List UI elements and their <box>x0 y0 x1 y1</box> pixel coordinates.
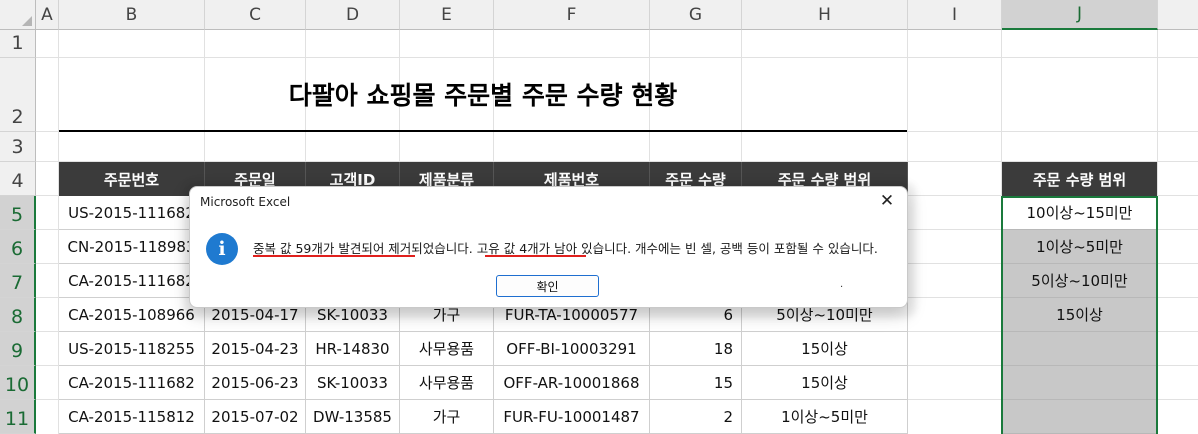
row-header-6[interactable]: 6 <box>0 230 36 264</box>
table-cell[interactable]: 15이상 <box>742 366 908 400</box>
column-header-c[interactable]: C <box>205 0 306 30</box>
excel-message-dialog: Microsoft Excel ✕ i 중복 값 59개가 발견되어 제거되었습… <box>189 186 908 308</box>
row-header-7[interactable]: 7 <box>0 264 36 298</box>
table-cell[interactable]: 사무용품 <box>400 366 494 400</box>
table-cell[interactable]: 18 <box>650 332 742 366</box>
side-header-quantity-range[interactable]: 주문 수량 범위 <box>1002 162 1157 196</box>
table-cell[interactable]: 2015-06-23 <box>205 366 306 400</box>
annotation-underline <box>485 255 586 257</box>
row-header-1[interactable]: 1 <box>0 30 36 58</box>
table-cell[interactable]: 2015-07-02 <box>205 400 306 434</box>
close-icon[interactable]: ✕ <box>877 191 897 211</box>
column-header-k[interactable] <box>1158 0 1198 30</box>
row-header-8[interactable]: 8 <box>0 298 36 332</box>
table-cell[interactable]: US-2015-118255 <box>59 332 205 366</box>
row-header-5[interactable]: 5 <box>0 196 36 230</box>
ok-button[interactable]: 확인 <box>496 275 599 297</box>
table-cell[interactable]: FUR-FU-10001487 <box>494 400 650 434</box>
column-header-b[interactable]: B <box>59 0 205 30</box>
table-cell[interactable]: CA-2015-115812 <box>59 400 205 434</box>
row-header-2[interactable]: 2 <box>0 58 36 132</box>
column-header-h[interactable]: H <box>742 0 908 30</box>
info-icon: i <box>206 233 238 265</box>
table-cell[interactable]: 2 <box>650 400 742 434</box>
table-cell[interactable]: 1이상~5미만 <box>742 400 908 434</box>
row-header-3[interactable]: 3 <box>0 132 36 162</box>
table-cell[interactable]: 15 <box>650 366 742 400</box>
table-cell[interactable]: OFF-BI-10003291 <box>494 332 650 366</box>
side-cell[interactable] <box>1002 400 1157 434</box>
table-cell[interactable]: SK-10033 <box>306 366 400 400</box>
table-cell[interactable]: 15이상 <box>742 332 908 366</box>
table-cell[interactable]: 가구 <box>400 400 494 434</box>
table-cell[interactable]: 사무용품 <box>400 332 494 366</box>
row-header-11[interactable]: 11 <box>0 400 36 434</box>
side-cell-active[interactable]: 10이상~15미만 <box>1002 196 1157 230</box>
column-header-f[interactable]: F <box>494 0 650 30</box>
column-header-i[interactable]: I <box>908 0 1002 30</box>
select-all-corner[interactable] <box>0 0 36 30</box>
title-underline <box>59 130 907 132</box>
table-cell[interactable]: 2015-04-23 <box>205 332 306 366</box>
gridline <box>1157 30 1158 434</box>
table-cell[interactable]: HR-14830 <box>306 332 400 366</box>
row-header-9[interactable]: 9 <box>0 332 36 366</box>
side-cell[interactable] <box>1002 332 1157 366</box>
table-cell[interactable]: CA-2015-111682 <box>59 366 205 400</box>
column-header-j[interactable]: J <box>1002 0 1158 30</box>
side-cell[interactable]: 1이상~5미만 <box>1002 230 1157 264</box>
row-header-4[interactable]: 4 <box>0 162 36 196</box>
column-header-g[interactable]: G <box>650 0 742 30</box>
column-header-a[interactable]: A <box>36 0 59 30</box>
stray-dot: . <box>840 279 844 290</box>
side-cell[interactable]: 5이상~10미만 <box>1002 264 1157 298</box>
sheet-title: 다팔아 쇼핑몰 주문별 주문 수량 현황 <box>288 81 678 110</box>
table-cell[interactable]: DW-13585 <box>306 400 400 434</box>
column-header-d[interactable]: D <box>306 0 400 30</box>
table-cell[interactable]: OFF-AR-10001868 <box>494 366 650 400</box>
column-header-e[interactable]: E <box>400 0 494 30</box>
annotation-underline <box>253 255 415 257</box>
dialog-title: Microsoft Excel <box>200 195 291 209</box>
row-header-10[interactable]: 10 <box>0 366 36 400</box>
side-cell[interactable]: 15이상 <box>1002 298 1157 332</box>
side-cell[interactable] <box>1002 366 1157 400</box>
